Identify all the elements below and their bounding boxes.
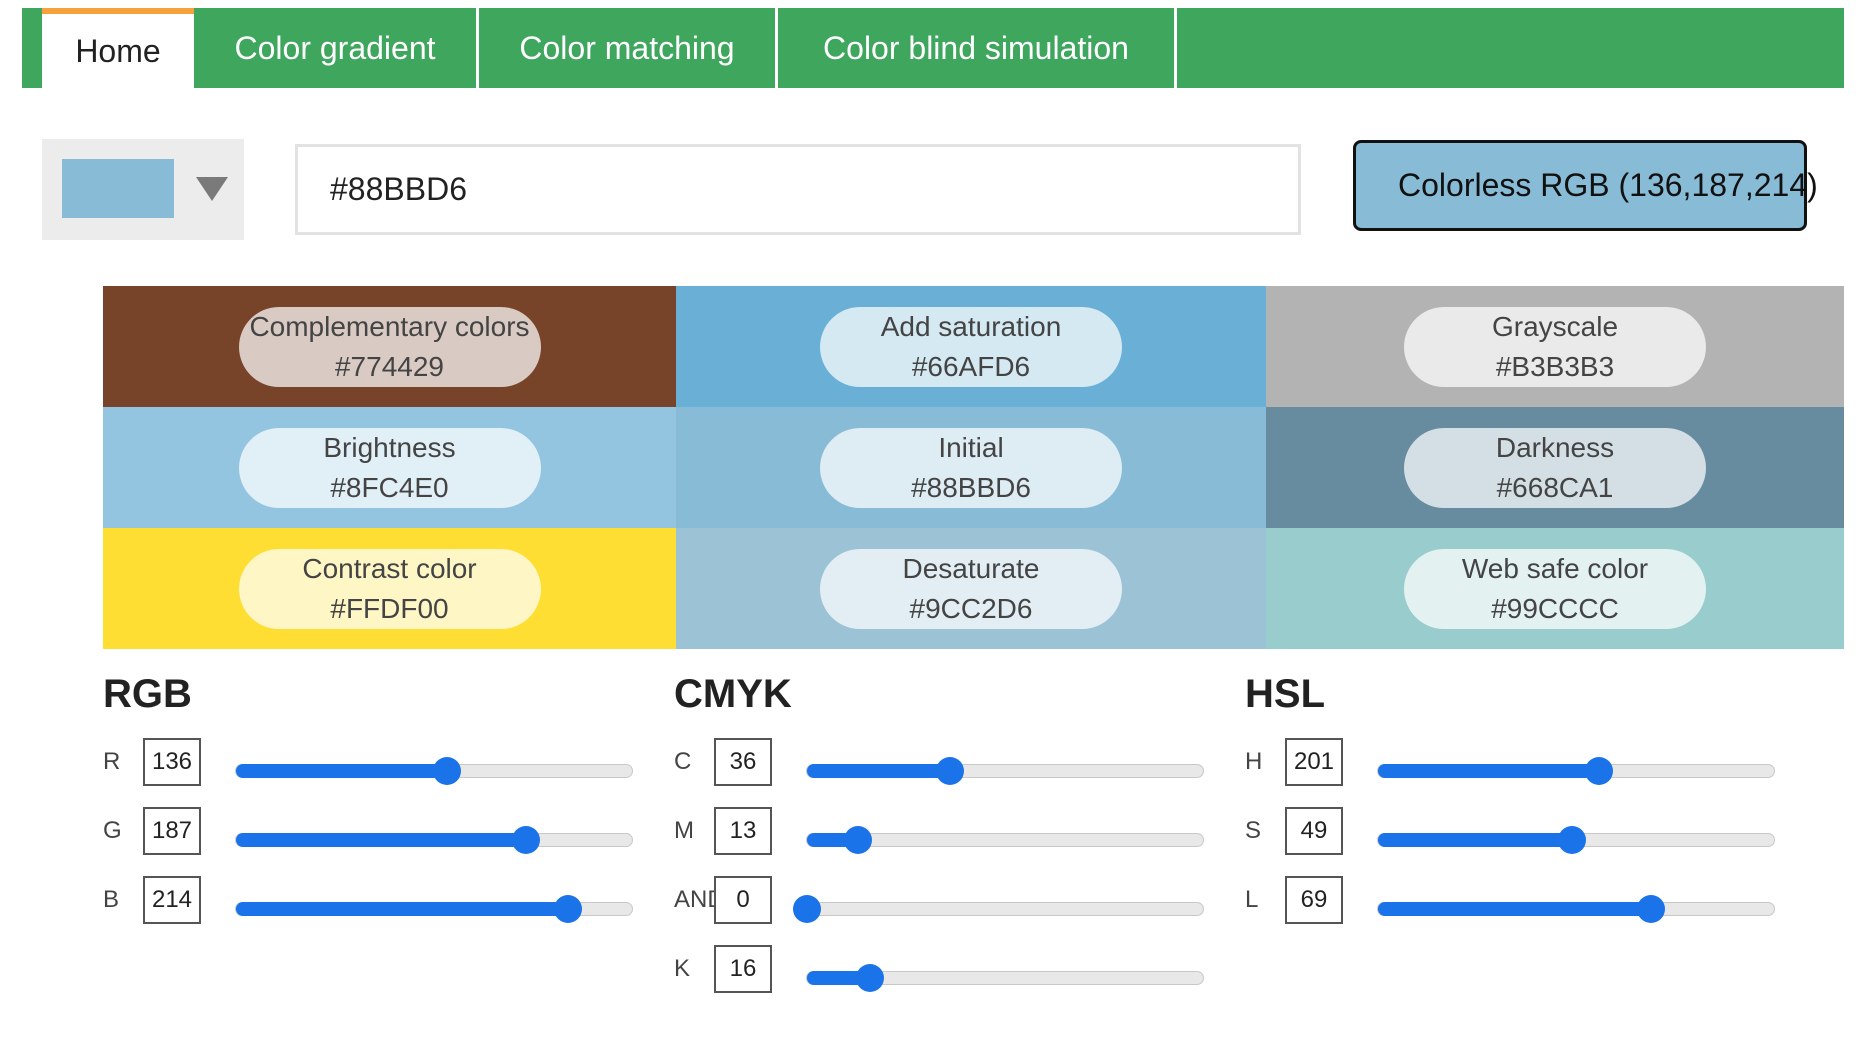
rgb-row-label: R [103,748,121,775]
tab-color-gradient[interactable]: Color gradient [194,8,476,88]
hsl-slider[interactable] [1377,826,1775,854]
swatch-name: Brightness [323,431,456,463]
swatch-name: Contrast color [302,552,477,584]
swatch-hex: #9CC2D6 [909,592,1033,624]
swatch-name: Web safe color [1461,552,1649,584]
cmyk-value-input[interactable]: 16 [714,945,772,993]
color-variations-grid: Complementary colors #774429 Add saturatio… [103,286,1844,649]
slider-thumb[interactable] [1558,826,1587,854]
tab-separator [1174,8,1177,88]
slider-fill [1378,764,1599,778]
slider-thumb[interactable] [856,964,885,992]
swatch-add-saturation[interactable]: Add saturation #66AFD6 [676,286,1266,407]
swatch-name: Complementary colors [249,310,530,342]
cmyk-section-title: CMYK [674,672,792,716]
swatch-label-pill: Darkness #668CA1 [1404,427,1706,508]
slider-fill [236,833,527,847]
hex-color-input[interactable] [295,144,1301,235]
cmyk-slider[interactable] [806,826,1204,854]
rgb-value-input[interactable]: 214 [143,876,201,924]
swatch-hex: #88BBD6 [911,471,1031,503]
cmyk-value-input[interactable]: 36 [714,738,772,786]
hsl-value-input[interactable]: 69 [1285,876,1343,924]
rgb-row-label: B [103,886,120,913]
swatch-label-pill: Initial #88BBD6 [820,427,1122,508]
tab-color-matching[interactable]: Color matching [479,8,775,88]
slider-thumb[interactable] [554,895,583,923]
triangle-down-icon [196,177,228,201]
swatch-name: Initial [938,431,1004,463]
rgb-row-label: G [103,817,122,844]
swatch-label-pill: Brightness #8FC4E0 [238,427,541,508]
swatch-hex: #99CCCC [1491,592,1619,624]
swatch-name: Darkness [1495,431,1615,463]
rgb-slider[interactable] [235,757,633,785]
cmyk-value-input[interactable]: 13 [714,807,772,855]
cmyk-row-label: C [674,748,692,775]
slider-thumb[interactable] [512,826,541,854]
cmyk-slider[interactable] [793,895,1204,923]
swatch-web-safe-color[interactable]: Web safe color #99CCCC [1266,528,1844,649]
swatch-hex: #774429 [334,350,444,382]
swatch-name: Grayscale [1491,310,1619,342]
slider-thumb[interactable] [844,826,873,854]
color-preview-swatch [62,159,174,218]
tab-bar: Home Color gradient Color matching Color… [22,8,1844,88]
cmyk-slider[interactable] [806,757,1204,785]
slider-thumb[interactable] [935,757,964,785]
swatch-darkness[interactable]: Darkness #668CA1 [1266,407,1844,528]
swatch-hex: #66AFD6 [911,350,1031,382]
cmyk-row-label: K [674,955,691,982]
rgb-value-button[interactable]: Colorless RGB (136,187,214) [1353,140,1818,231]
slider-fill [1378,833,1573,847]
hsl-row-label: S [1245,817,1262,844]
slider-fill [807,764,950,778]
swatch-label-pill: Add saturation #66AFD6 [820,306,1122,387]
slider-fill [236,902,569,916]
slider-fill [236,764,448,778]
swatch-grayscale[interactable]: Grayscale #B3B3B3 [1266,286,1844,407]
color-picker-dropdown[interactable] [42,139,244,240]
hsl-slider[interactable] [1377,895,1775,923]
swatch-label-pill: Contrast color #FFDF00 [238,548,541,629]
slider-thumb[interactable] [793,895,821,923]
cmyk-row-label: M [674,817,694,844]
swatch-brightness[interactable]: Brightness #8FC4E0 [103,407,676,528]
swatch-name: Add saturation [880,310,1062,342]
rgb-slider[interactable] [235,895,633,923]
slider-thumb[interactable] [1584,757,1613,785]
swatch-label-pill: Grayscale #B3B3B3 [1404,306,1706,387]
swatch-name: Desaturate [902,552,1040,584]
rgb-value-label: Colorless RGB (136,187,214) [1398,167,1818,203]
swatch-complementary-colors[interactable]: Complementary colors #774429 [103,286,676,407]
tab-home[interactable]: Home [42,8,194,88]
swatch-hex: #668CA1 [1496,471,1614,503]
swatch-desaturate[interactable]: Desaturate #9CC2D6 [676,528,1266,649]
swatch-label-pill: Desaturate #9CC2D6 [820,548,1122,629]
cmyk-slider[interactable] [806,964,1204,992]
rgb-slider[interactable] [235,826,633,854]
swatch-hex: #8FC4E0 [330,471,449,503]
tab-color-blind-simulation[interactable]: Color blind simulation [778,8,1174,88]
hsl-section-title: HSL [1245,672,1325,716]
swatch-label-pill: Web safe color #99CCCC [1404,548,1706,629]
slider-thumb[interactable] [433,757,462,785]
rgb-value-input[interactable]: 187 [143,807,201,855]
slider-fill [1378,902,1652,916]
hsl-value-input[interactable]: 49 [1285,807,1343,855]
hsl-row-label: L [1245,886,1259,913]
swatch-contrast-color[interactable]: Contrast color #FFDF00 [103,528,676,649]
rgb-value-input[interactable]: 136 [143,738,201,786]
swatch-hex: #B3B3B3 [1495,350,1615,382]
swatch-label-pill: Complementary colors #774429 [238,306,541,387]
hsl-row-label: H [1245,748,1263,775]
hsl-slider[interactable] [1377,757,1775,785]
cmyk-row-label: AND [674,886,714,913]
hsl-value-input[interactable]: 201 [1285,738,1343,786]
slider-thumb[interactable] [1637,895,1666,923]
swatch-initial[interactable]: Initial #88BBD6 [676,407,1266,528]
cmyk-value-input[interactable]: 0 [714,876,772,924]
swatch-hex: #FFDF00 [330,592,449,624]
rgb-section-title: RGB [103,672,192,716]
